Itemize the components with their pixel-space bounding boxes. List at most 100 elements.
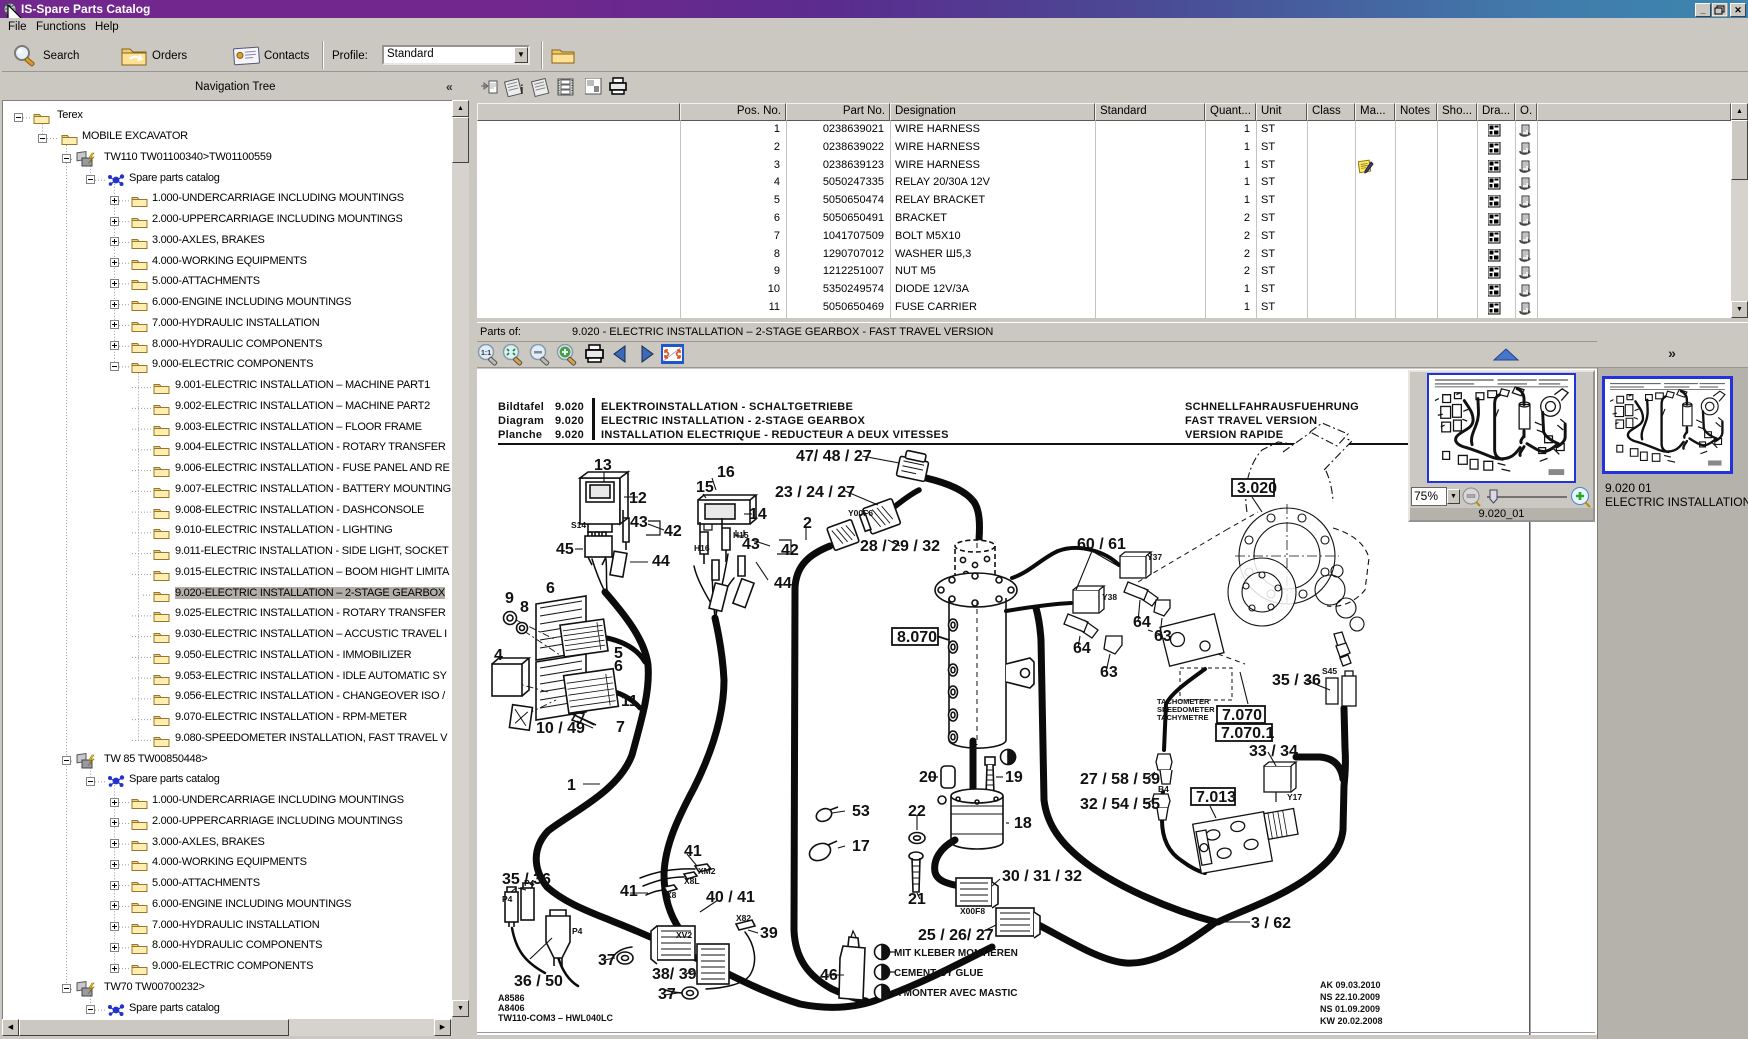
svg-text:7: 7 (616, 719, 625, 736)
svg-text:44: 44 (774, 575, 792, 592)
svg-text:Y17: Y17 (1287, 792, 1302, 802)
svg-text:8: 8 (520, 599, 529, 616)
svg-text:37: 37 (598, 952, 616, 969)
svg-text:X8: X8 (666, 890, 677, 900)
svg-text:3.020: 3.020 (1237, 480, 1277, 497)
svg-text:Planche: Planche (498, 429, 542, 441)
svg-text:32 / 54 / 55: 32 / 54 / 55 (1080, 796, 1160, 813)
svg-text:H16: H16 (694, 543, 710, 553)
svg-text:INSTALLATION ELECTRIQUE - REDU: INSTALLATION ELECTRIQUE - REDUCTEUR A DE… (601, 429, 949, 441)
svg-text:KW 20.02.2008: KW 20.02.2008 (1320, 1016, 1383, 1026)
svg-text:35 / 36: 35 / 36 (1272, 672, 1321, 689)
svg-text:XV2: XV2 (676, 930, 692, 940)
svg-text:7.070: 7.070 (1222, 707, 1262, 724)
svg-text:33 / 34: 33 / 34 (1249, 743, 1298, 760)
svg-text:2: 2 (803, 515, 812, 532)
svg-text:63: 63 (1154, 628, 1172, 645)
svg-text:25 / 26/ 27: 25 / 26/ 27 (918, 927, 994, 944)
svg-text:43: 43 (630, 514, 648, 531)
svg-text:28 / 29 / 32: 28 / 29 / 32 (860, 538, 940, 555)
svg-text:ELEKTROINSTALLATION - SCHALTGE: ELEKTROINSTALLATION - SCHALTGETRIEBE (601, 401, 853, 413)
svg-text:6: 6 (546, 580, 555, 597)
svg-text:42: 42 (664, 523, 682, 540)
svg-text:A8406: A8406 (498, 1003, 525, 1013)
svg-text:7.070.1: 7.070.1 (1221, 725, 1274, 742)
svg-text:10 / 49: 10 / 49 (536, 720, 585, 737)
svg-text:FAST TRAVEL VERSION: FAST TRAVEL VERSION (1185, 415, 1317, 427)
svg-text:9.020: 9.020 (555, 415, 584, 427)
svg-text:39: 39 (760, 925, 778, 942)
svg-text:XM2: XM2 (698, 866, 716, 876)
svg-text:ELECTRIC INSTALLATION - 2-STAG: ELECTRIC INSTALLATION - 2-STAGE GEARBOX (601, 415, 865, 427)
svg-text:37: 37 (658, 986, 676, 1003)
svg-text:45: 45 (556, 541, 574, 558)
svg-text:TACHYMETRE: TACHYMETRE (1157, 713, 1209, 722)
svg-text:1:1: 1:1 (481, 350, 491, 357)
svg-text:47/ 48 / 27: 47/ 48 / 27 (796, 448, 872, 465)
svg-text:64: 64 (1073, 640, 1091, 657)
svg-text:6: 6 (614, 658, 623, 675)
svg-text:TW110-COM3 – HWL040LC: TW110-COM3 – HWL040LC (498, 1013, 614, 1023)
svg-text:AK 09.03.2010: AK 09.03.2010 (1320, 980, 1381, 990)
svg-text:15: 15 (696, 479, 714, 496)
svg-text:9.020: 9.020 (555, 429, 584, 441)
svg-text:23 / 24 / 27: 23 / 24 / 27 (775, 484, 855, 501)
svg-text:4: 4 (494, 647, 503, 664)
svg-text:P4: P4 (524, 878, 535, 888)
svg-text:i: i (520, 82, 524, 97)
svg-text:17: 17 (852, 838, 870, 855)
svg-text:X82: X82 (736, 913, 751, 923)
svg-text:38/ 39: 38/ 39 (652, 966, 697, 983)
svg-text:27 / 58 / 59: 27 / 58 / 59 (1080, 771, 1160, 788)
svg-text:X8L: X8L (684, 876, 700, 886)
svg-text:1: 1 (567, 777, 576, 794)
svg-text:18: 18 (1014, 815, 1032, 832)
svg-text:64: 64 (1133, 614, 1151, 631)
svg-text:41: 41 (620, 883, 638, 900)
svg-text:Y38: Y38 (1102, 592, 1117, 602)
svg-text:41: 41 (684, 843, 702, 860)
svg-text:CEMENT BY GLUE: CEMENT BY GLUE (894, 968, 984, 979)
svg-text:S45: S45 (1322, 666, 1337, 676)
svg-text:P4: P4 (572, 926, 583, 936)
svg-text:13: 13 (594, 457, 612, 474)
svg-text:40 / 41: 40 / 41 (706, 889, 755, 906)
svg-text:20: 20 (919, 769, 937, 786)
svg-text:Y00F6: Y00F6 (848, 508, 873, 518)
svg-text:42: 42 (781, 542, 799, 559)
svg-text:12: 12 (629, 490, 647, 507)
svg-text:B4: B4 (1158, 784, 1169, 794)
svg-text:S14: S14 (571, 520, 586, 530)
svg-text:11: 11 (621, 693, 638, 710)
svg-text:A8586: A8586 (498, 993, 525, 1003)
svg-text:53: 53 (852, 803, 870, 820)
svg-text:VERSION RAPIDE: VERSION RAPIDE (1185, 429, 1283, 441)
svg-text:9: 9 (505, 590, 514, 607)
svg-text:19: 19 (1005, 769, 1023, 786)
svg-text:63: 63 (1100, 664, 1118, 681)
svg-text:Bildtafel: Bildtafel (498, 401, 544, 413)
svg-text:7.013: 7.013 (1196, 789, 1236, 806)
svg-text:H15: H15 (733, 530, 749, 540)
svg-text:MIT KLEBER MONTIEREN: MIT KLEBER MONTIEREN (894, 948, 1018, 959)
svg-text:Diagram: Diagram (498, 415, 544, 427)
svg-text:44: 44 (652, 553, 670, 570)
svg-text:Y37: Y37 (1147, 552, 1162, 562)
svg-text:8.070: 8.070 (897, 629, 937, 646)
svg-text:SCHNELLFAHRAUSFUEHRUNG: SCHNELLFAHRAUSFUEHRUNG (1185, 401, 1359, 413)
svg-text:9.020: 9.020 (555, 401, 584, 413)
svg-text:14: 14 (749, 506, 767, 523)
svg-text:P4: P4 (502, 894, 513, 904)
svg-text:46: 46 (820, 967, 838, 984)
svg-text:22: 22 (908, 803, 926, 820)
svg-text:30 / 31 / 32: 30 / 31 / 32 (1002, 868, 1082, 885)
svg-text:A MONTER AVEC MASTIC: A MONTER AVEC MASTIC (894, 988, 1018, 999)
svg-text:3 / 62: 3 / 62 (1251, 915, 1291, 932)
svg-text:60 / 61: 60 / 61 (1077, 536, 1126, 553)
svg-text:NS 01.09.2009: NS 01.09.2009 (1320, 1004, 1380, 1014)
svg-text:16: 16 (717, 464, 735, 481)
svg-text:X00F8: X00F8 (960, 906, 985, 916)
svg-text:21: 21 (908, 891, 926, 908)
svg-text:36 / 50: 36 / 50 (514, 973, 563, 990)
svg-text:NS 22.10.2009: NS 22.10.2009 (1320, 992, 1380, 1002)
